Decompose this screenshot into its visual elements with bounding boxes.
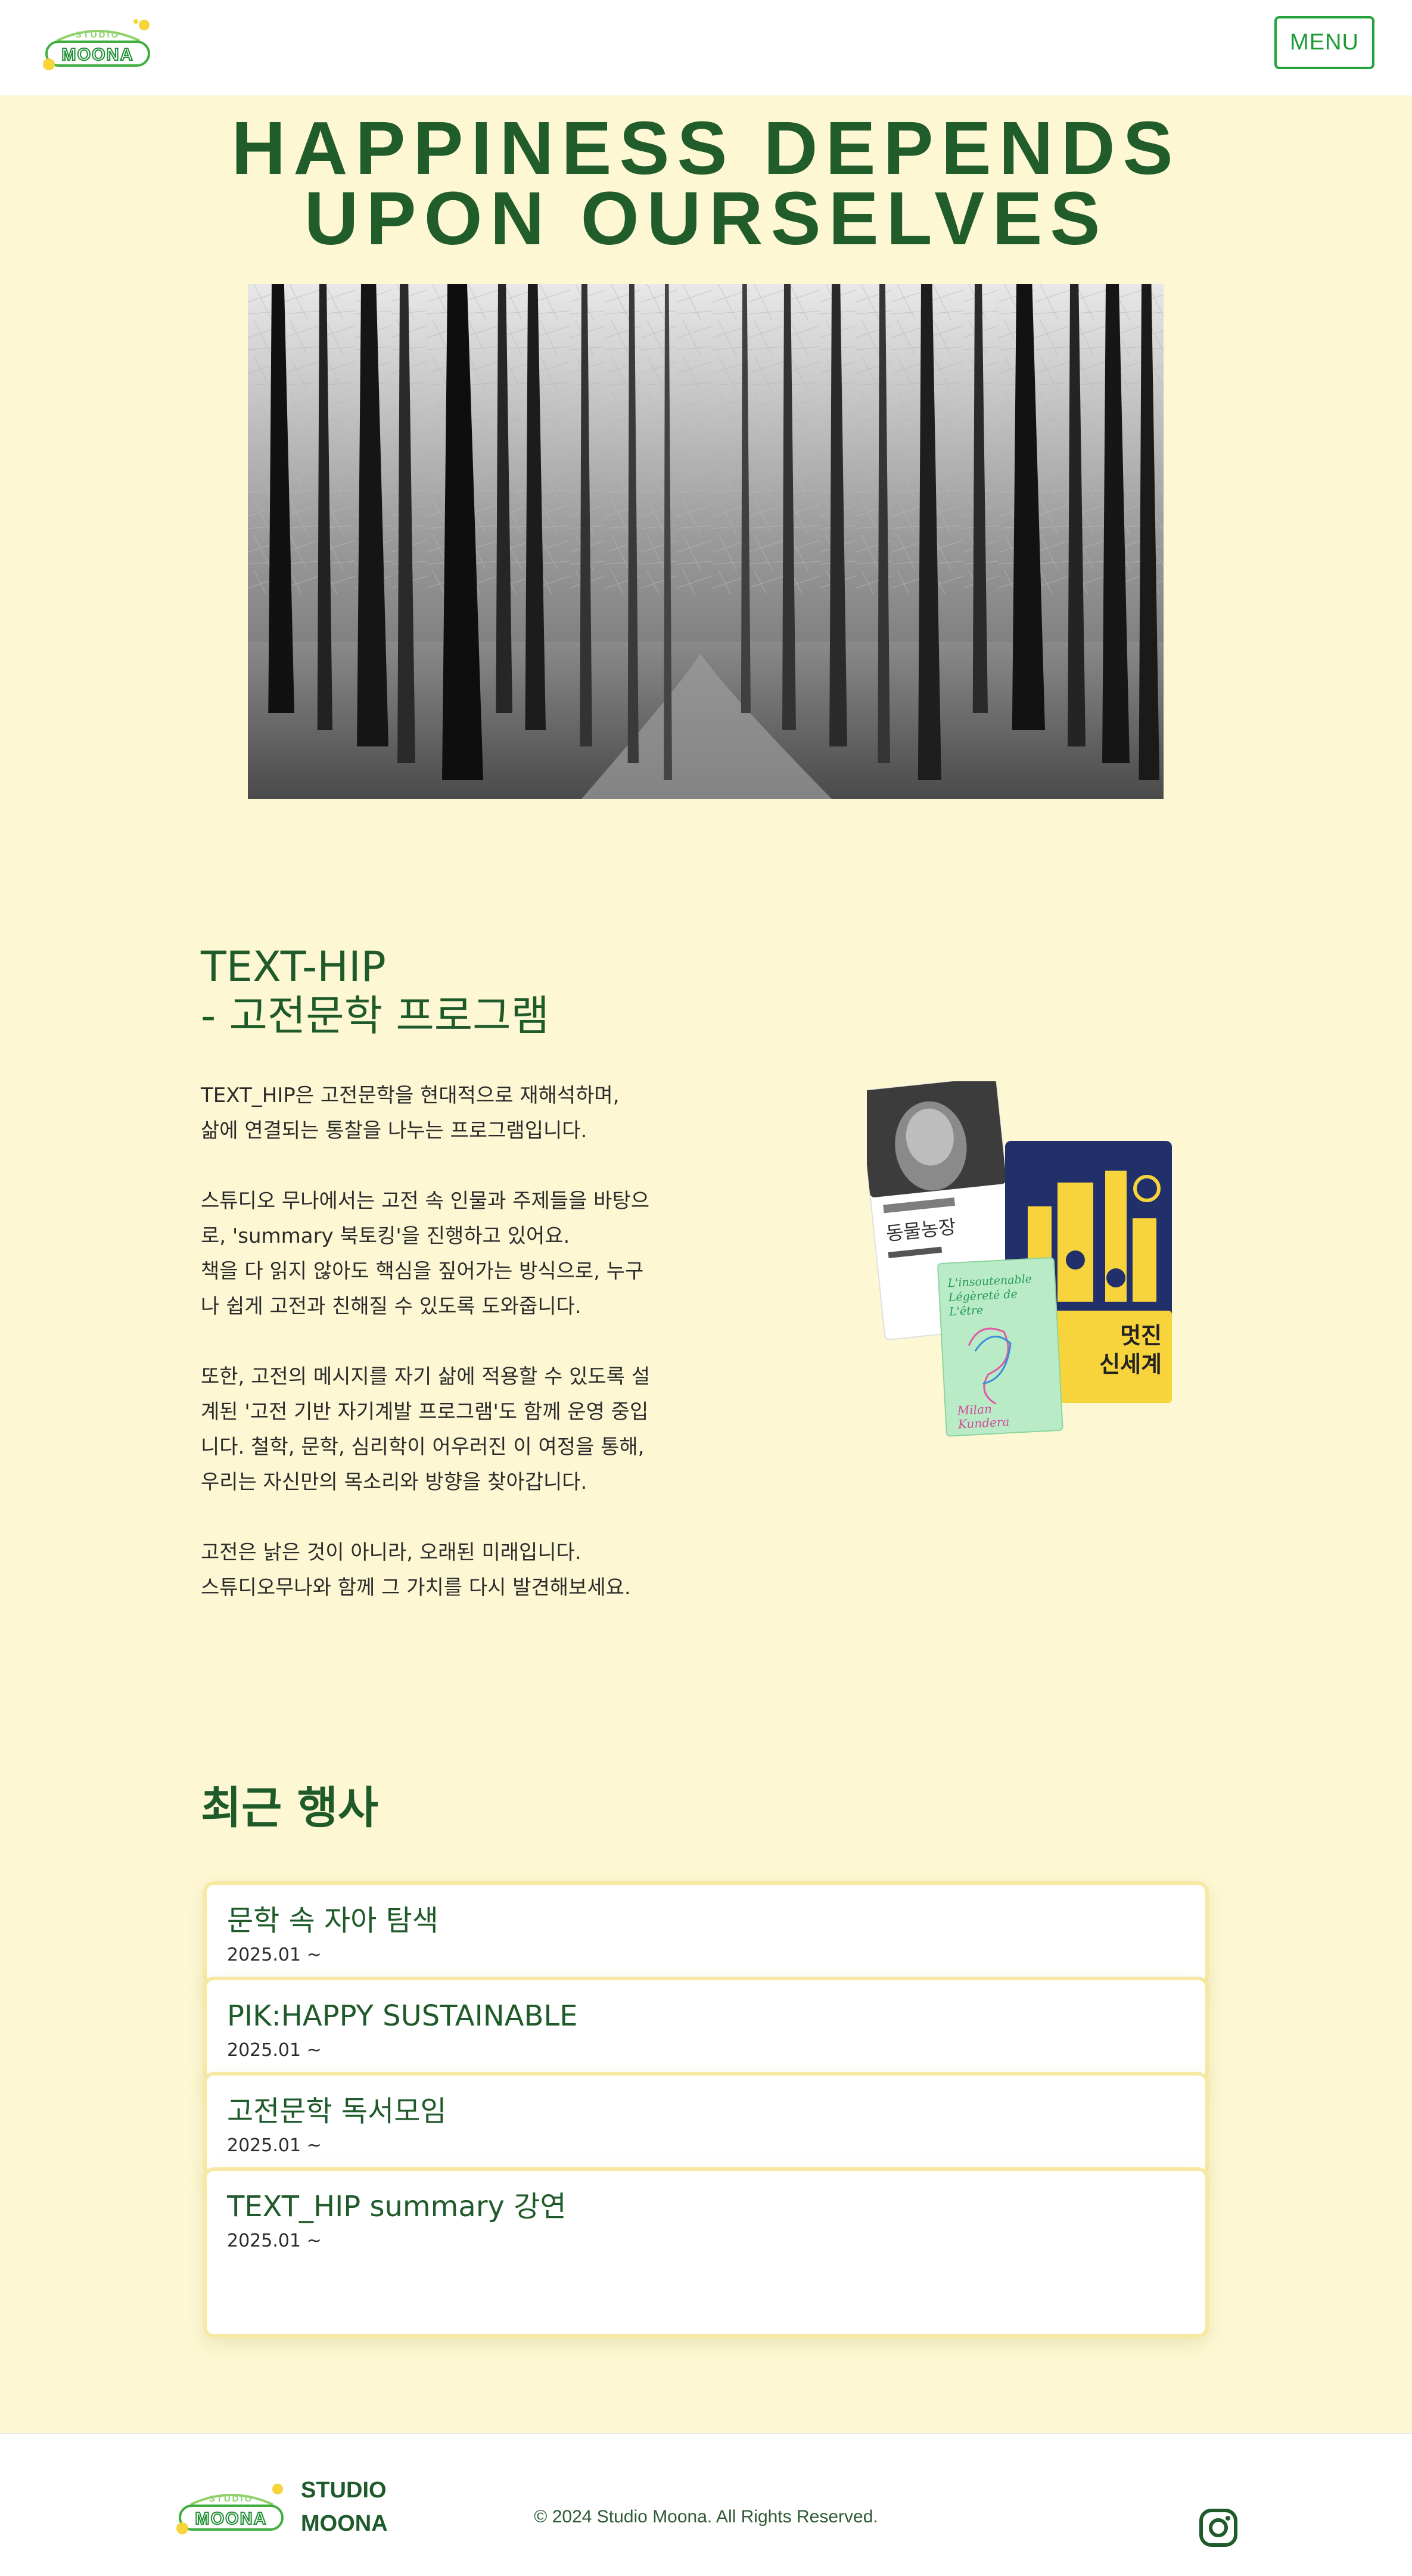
- event-card[interactable]: 문학 속 자아 탐색 2025.01 ~: [203, 1881, 1209, 1986]
- logo-sun-icon: [139, 20, 150, 30]
- event-card[interactable]: TEXT_HIP summary 강연 2025.01 ~: [203, 2167, 1209, 2338]
- forest-photo-graphic: [248, 284, 1164, 799]
- hero-title-line-2: UPON OURSELVES: [304, 176, 1108, 260]
- program-title-line-2: - 고전문학 프로그램: [201, 991, 549, 1040]
- event-card[interactable]: 고전문학 독서모임 2025.01 ~: [203, 2072, 1209, 2177]
- hero-title: HAPPINESS DEPENDS UPON OURSELVES: [0, 106, 1412, 260]
- event-name: TEXT_HIP summary 강연: [227, 2190, 567, 2223]
- instagram-icon: [1199, 2509, 1237, 2547]
- footer-logo-text-top: STUDIO: [209, 2494, 254, 2504]
- event-card[interactable]: PIK:HAPPY SUSTAINABLE 2025.01 ~: [203, 1977, 1209, 2082]
- program-paragraph-1: TEXT_HIP은 고전문학을 현대적으로 재해석하며, 삶에 연결되는 통찰을…: [201, 1084, 620, 1143]
- book3-author-line-2: Kundera: [957, 1414, 1010, 1432]
- footer-brand-line-1: STUDIO: [301, 2478, 387, 2503]
- program-description: TEXT_HIP은 고전문학을 현대적으로 재해석하며, 삶에 연결되는 통찰을…: [201, 1078, 677, 1606]
- event-date: 2025.01 ~: [227, 1945, 322, 1965]
- event-name: PIK:HAPPY SUSTAINABLE: [227, 1999, 578, 2033]
- hero-forest-image: [248, 284, 1164, 799]
- event-date: 2025.01 ~: [227, 2040, 322, 2061]
- event-name: 문학 속 자아 탐색: [227, 1904, 438, 1937]
- event-date: 2025.01 ~: [227, 2230, 322, 2251]
- classic-books-illustration: 동물농장 멋진 신세계 L'insoutenable Légèreté de L…: [867, 1081, 1172, 1437]
- events-title: 최근 행사: [201, 1782, 379, 1834]
- studio-moona-logo[interactable]: STUDIO MOONA: [39, 17, 155, 73]
- event-name: 고전문학 독서모임: [227, 2095, 447, 2128]
- hero-title-line-1: HAPPINESS DEPENDS: [231, 106, 1181, 190]
- logo-text-top: STUDIO: [76, 30, 120, 40]
- instagram-link[interactable]: [1198, 2507, 1239, 2549]
- logo-sun-icon: [272, 2484, 283, 2494]
- site-footer: STUDIO MOONA STUDIO MOONA © 2024 Studio …: [0, 2433, 1412, 2576]
- program-paragraph-3: 또한, 고전의 메시지를 자기 삶에 적용할 수 있도록 설 계된 '고전 기반…: [201, 1365, 651, 1494]
- event-date: 2025.01 ~: [227, 2135, 322, 2156]
- book2-title-line-1: 멋진: [1120, 1323, 1162, 1349]
- book2-title-line-2: 신세계: [1099, 1351, 1162, 1377]
- book-unbearable-lightness: L'insoutenable Légèreté de L'être Milan …: [937, 1257, 1063, 1437]
- program-title-line-1: TEXT-HIP: [201, 942, 386, 991]
- menu-button[interactable]: MENU: [1274, 16, 1374, 69]
- logo-text-main: MOONA: [61, 45, 133, 64]
- program-paragraph-4: 고전은 낡은 것이 아니라, 오래된 미래입니다. 스튜디오무나와 함께 그 가…: [201, 1541, 631, 1600]
- program-paragraph-2: 스튜디오 무나에서는 고전 속 인물과 주제들을 바탕으 로, 'summary…: [201, 1189, 650, 1318]
- book3-script-line-3: L'être: [948, 1303, 984, 1318]
- program-title: TEXT-HIP - 고전문학 프로그램: [201, 942, 797, 1040]
- site-header: STUDIO MOONA MENU: [0, 0, 1412, 95]
